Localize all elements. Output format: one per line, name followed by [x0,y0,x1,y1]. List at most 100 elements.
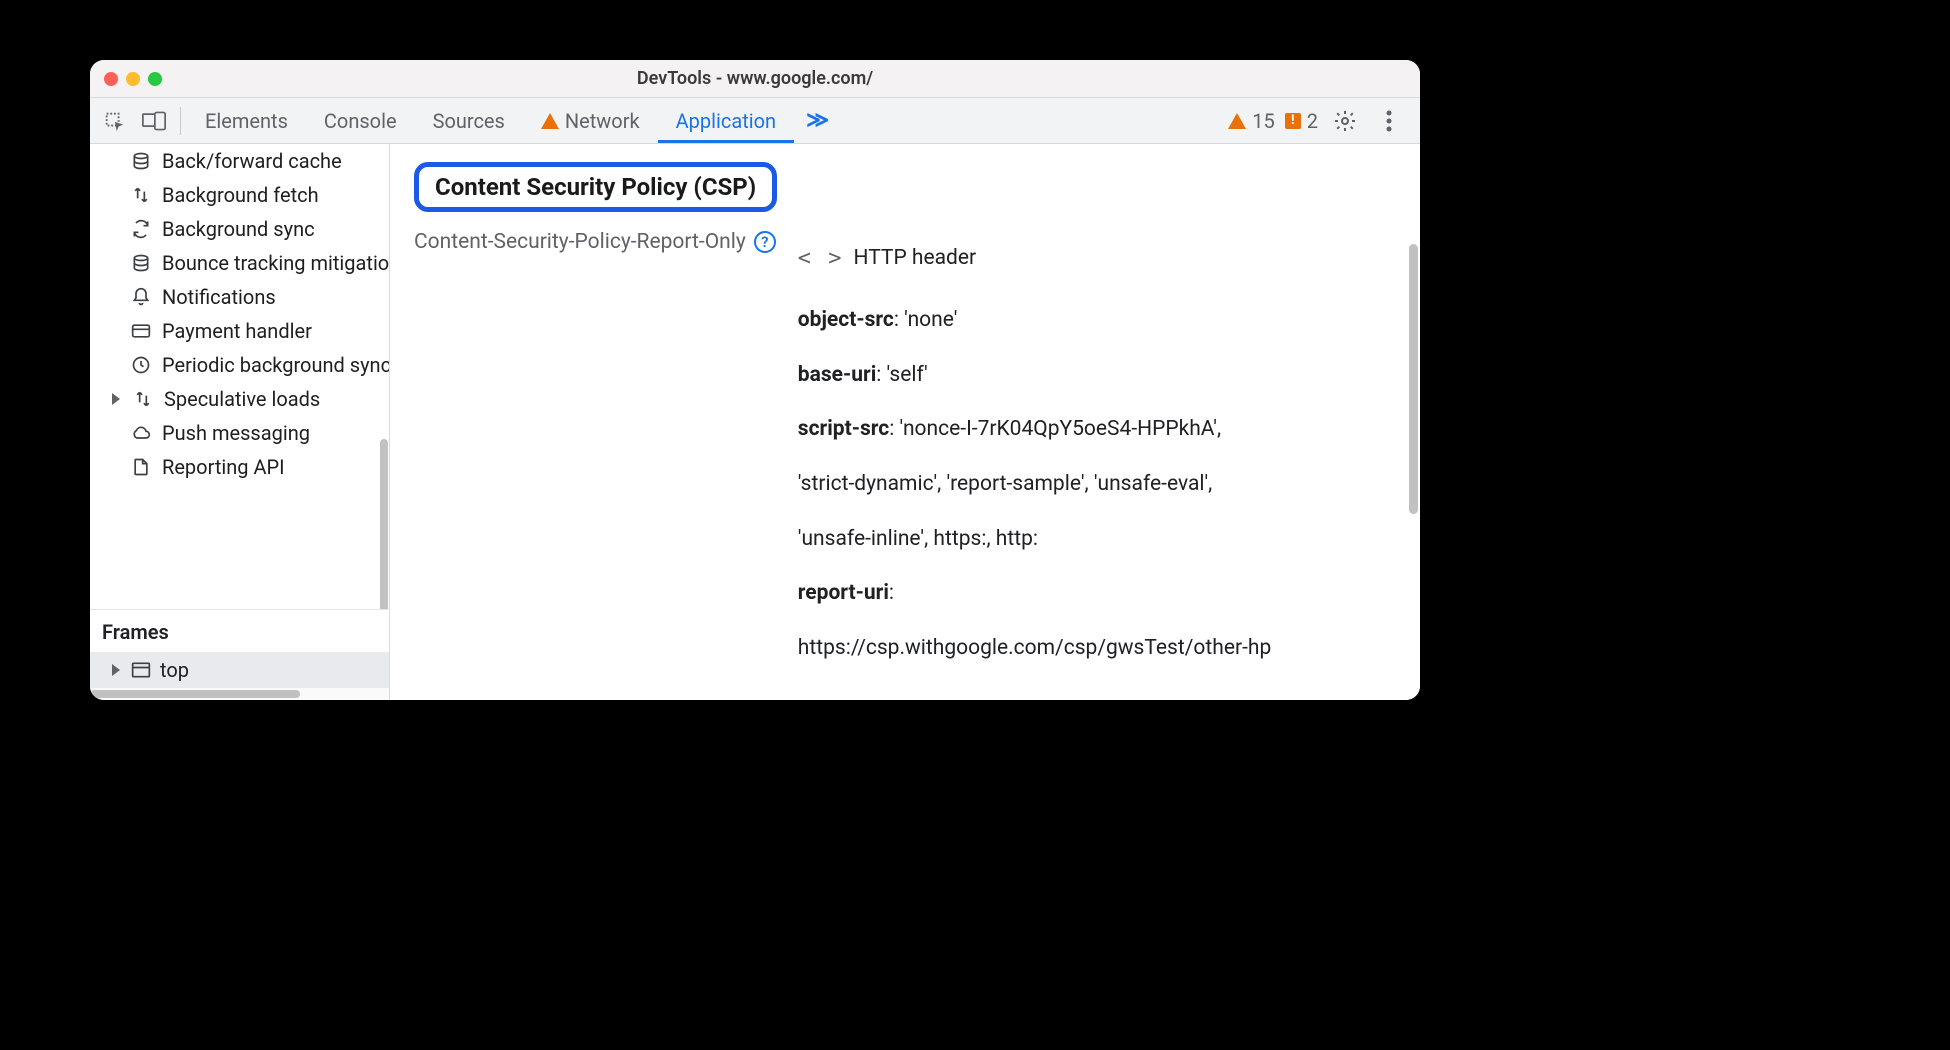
sidebar-item-speculative-loads[interactable]: Speculative loads [90,382,389,416]
devtools-window: DevTools - www.google.com/ Elements [90,60,1420,700]
code-brackets-icon: < > [798,230,844,287]
tab-label: Sources [433,109,505,133]
directive-value: : 'nonce-I-7rK04QpY5oeS4-HPPkhA', [889,417,1221,441]
zoom-window-button[interactable] [148,72,162,86]
credit-card-icon [130,320,152,342]
sidebar-item-reporting-api[interactable]: Reporting API [90,450,389,484]
updown-icon [132,388,154,410]
csp-source-row: < > HTTP header [798,230,1396,287]
sidebar-scrollbar-thumb[interactable] [380,439,388,609]
expand-arrow-icon[interactable] [112,393,120,405]
frames-section-header: Frames [90,609,389,652]
csp-directive: 'unsafe-inline', https:, http: [798,512,1396,567]
directive-key: script-src [798,417,889,441]
panel-tabs: Elements Console Sources Network Applica… [187,98,841,143]
warning-icon [1228,113,1246,129]
titlebar: DevTools - www.google.com/ [90,60,1420,98]
csp-directives: < > HTTP header object-src: 'none' base-… [798,230,1396,675]
sidebar-item-back-forward-cache[interactable]: Back/forward cache [90,144,389,178]
tab-elements[interactable]: Elements [187,98,306,143]
application-sidebar: Back/forward cache Background fetch Back… [90,144,390,700]
directive-key: report-uri [798,581,889,605]
toolbar-left: Elements Console Sources Network Applica… [94,98,841,143]
sidebar-item-label: Periodic background sync [162,353,389,377]
sidebar-item-label: Push messaging [162,421,310,445]
warnings-chip[interactable]: 15 [1228,109,1274,133]
csp-directive: object-src: 'none' [798,293,1396,348]
toolbar-right: 15 ! 2 [1228,98,1416,143]
csp-report-only-label-group: Content-Security-Policy-Report-Only ? [414,230,776,254]
issues-chip[interactable]: ! 2 [1285,109,1318,133]
database-icon [130,150,152,172]
sidebar-item-label: Back/forward cache [162,149,342,173]
database-icon [130,252,152,274]
csp-section-title: Content Security Policy (CSP) [414,162,777,212]
warnings-count: 15 [1252,109,1274,133]
sidebar-item-push-messaging[interactable]: Push messaging [90,416,389,450]
sidebar-item-label: Bounce tracking mitigation [162,251,389,275]
settings-button[interactable] [1328,104,1362,138]
sidebar-item-label: Reporting API [162,455,285,479]
sidebar-horizontal-scrollbar-thumb[interactable] [90,690,300,698]
sidebar-item-payment-handler[interactable]: Payment handler [90,314,389,348]
csp-directive: https://csp.withgoogle.com/csp/gwsTest/o… [798,621,1396,676]
device-toolbar-button[interactable] [134,98,174,143]
content-area: Back/forward cache Background fetch Back… [90,144,1420,700]
directive-value: 'strict-dynamic', 'report-sample', 'unsa… [798,472,1213,496]
tab-sources[interactable]: Sources [415,98,523,143]
sidebar-item-label: Background fetch [162,183,319,207]
directive-key: object-src [798,308,894,332]
file-icon [130,456,152,478]
inspect-element-button[interactable] [94,98,134,143]
directive-value: 'unsafe-inline', https:, http: [798,527,1038,551]
frames-item-top[interactable]: top [90,652,389,688]
directive-key: base-uri [798,363,876,387]
main-panel: Content Security Policy (CSP) Content-Se… [390,144,1420,700]
sidebar-item-label: Speculative loads [164,387,320,411]
window-title: DevTools - www.google.com/ [90,68,1420,89]
directive-value: : [889,581,894,605]
more-options-button[interactable] [1372,104,1406,138]
bell-icon [130,286,152,308]
main-scrollbar-thumb[interactable] [1409,244,1418,514]
sidebar-item-background-sync[interactable]: Background sync [90,212,389,246]
minimize-window-button[interactable] [126,72,140,86]
sidebar-item-periodic-background-sync[interactable]: Periodic background sync [90,348,389,382]
tab-label: Network [565,109,640,133]
cloud-icon [130,422,152,444]
toolbar-divider [180,107,181,135]
csp-report-only-label: Content-Security-Policy-Report-Only [414,230,746,254]
clock-icon [130,354,152,376]
tab-application[interactable]: Application [658,98,794,143]
issues-count: 2 [1307,109,1318,133]
sidebar-item-label: Background sync [162,217,315,241]
csp-details-row: Content-Security-Policy-Report-Only ? < … [414,230,1396,675]
frame-icon [130,659,152,681]
warning-icon [541,113,559,129]
sync-icon [130,218,152,240]
csp-source-label: HTTP header [854,231,977,286]
sidebar-item-bounce-tracking[interactable]: Bounce tracking mitigation [90,246,389,280]
help-icon[interactable]: ? [754,231,776,253]
more-tabs-button[interactable]: ≫ [794,108,841,133]
csp-directive: 'strict-dynamic', 'report-sample', 'unsa… [798,457,1396,512]
sidebar-item-background-fetch[interactable]: Background fetch [90,178,389,212]
csp-directive: base-uri: 'self' [798,348,1396,403]
tab-label: Application [676,109,776,133]
csp-directive: script-src: 'nonce-I-7rK04QpY5oeS4-HPPkh… [798,402,1396,457]
sidebar-item-notifications[interactable]: Notifications [90,280,389,314]
tab-label: Console [324,109,397,133]
sidebar-list: Back/forward cache Background fetch Back… [90,144,389,609]
updown-icon [130,184,152,206]
close-window-button[interactable] [104,72,118,86]
tab-network[interactable]: Network [523,98,658,143]
issue-icon: ! [1285,113,1301,129]
devtools-toolbar: Elements Console Sources Network Applica… [90,98,1420,144]
tab-console[interactable]: Console [306,98,415,143]
frames-item-label: top [160,658,189,682]
directive-value: : 'self' [876,363,927,387]
expand-arrow-icon[interactable] [112,664,120,676]
tab-label: Elements [205,109,288,133]
sidebar-horizontal-scrollbar[interactable] [90,688,389,700]
sidebar-item-label: Payment handler [162,319,312,343]
